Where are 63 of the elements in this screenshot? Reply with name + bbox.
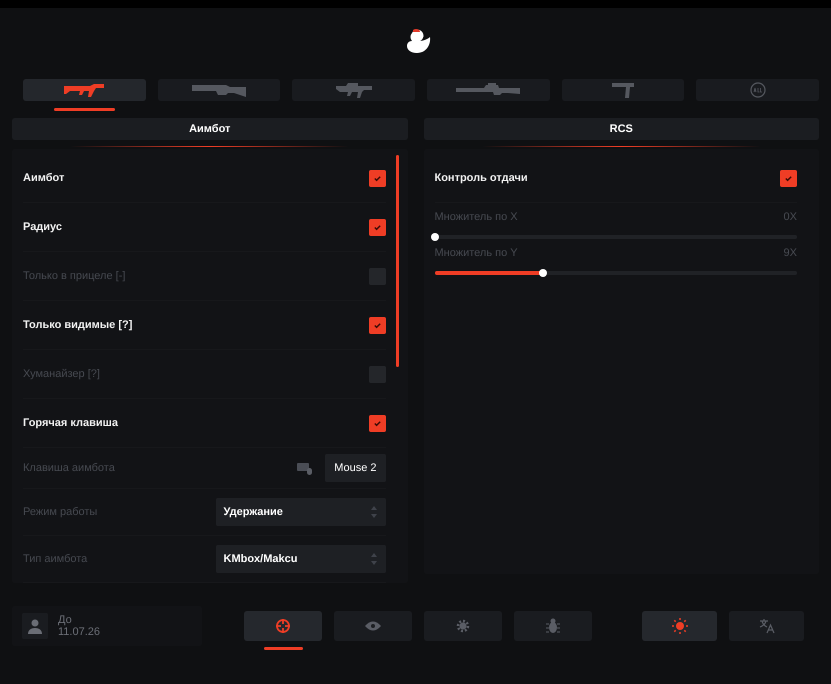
checkmark-icon: [372, 222, 382, 232]
nav-tab[interactable]: [424, 611, 502, 641]
slider-value: 0X: [784, 211, 797, 223]
pistol-icon: [612, 82, 634, 98]
checkmark-icon: [372, 418, 382, 428]
section-header: Аимбот: [12, 118, 408, 140]
nav-tab[interactable]: [334, 611, 412, 641]
crosshair-icon: [275, 618, 291, 634]
setting-label: Аимбот: [23, 172, 64, 184]
slider-thumb[interactable]: [430, 233, 438, 241]
checkmark-icon: [372, 174, 382, 182]
weapon-tab[interactable]: [292, 79, 416, 101]
all-circle-icon: [750, 82, 766, 98]
sniper-rifle-icon: [456, 83, 520, 97]
weapon-tab[interactable]: [427, 79, 550, 101]
shotgun-icon: [192, 83, 246, 97]
eye-icon: [365, 621, 381, 631]
updown-arrows-icon: [370, 552, 378, 566]
rifle-icon: [64, 83, 104, 97]
checkbox[interactable]: [368, 414, 386, 432]
slider-label: Множитель по X: [434, 211, 518, 223]
slider-track[interactable]: [434, 271, 797, 275]
weapon-tab[interactable]: [562, 79, 684, 101]
checkbox[interactable]: [368, 218, 386, 236]
toolbar-button[interactable]: [729, 611, 804, 641]
setting-label: Радиус: [23, 221, 62, 233]
slider-label: Множитель по Y: [434, 247, 518, 259]
checkbox[interactable]: [368, 170, 386, 186]
dropdown-select[interactable]: KMbox/Makcu: [216, 545, 386, 573]
settings-icon: [456, 619, 470, 633]
key-bind-button[interactable]: Mouse 2: [325, 454, 386, 482]
active-tab-indicator: [264, 647, 302, 650]
setting-label: Контроль отдачи: [434, 172, 528, 184]
checkbox[interactable]: [780, 170, 797, 186]
updown-arrows-icon: [370, 505, 378, 519]
setting-label: Горячая клавиша: [23, 417, 118, 429]
setting-label: Только видимые [?]: [23, 319, 132, 331]
section-header: RCS: [424, 118, 819, 140]
translate-icon: [758, 618, 774, 634]
smg-icon: [336, 82, 372, 98]
nav-tab[interactable]: [514, 611, 592, 641]
toolbar-button[interactable]: [642, 611, 717, 641]
setting-label: Хуманайзер [?]: [23, 368, 100, 380]
setting-label: Только в прицеле [-]: [23, 270, 126, 282]
sun-icon: [672, 618, 688, 634]
expiry-label: До: [58, 614, 73, 626]
checkbox[interactable]: [368, 316, 386, 334]
dropdown-select[interactable]: Удержание: [216, 498, 386, 526]
weapon-tab[interactable]: [158, 79, 280, 101]
setting-label: Тип аимбота: [23, 553, 88, 565]
expiry-date: 11.07.26: [58, 626, 100, 638]
keyboard-mouse-icon: [297, 461, 314, 475]
setting-label: Режим работы: [23, 506, 98, 518]
weapon-tab[interactable]: [696, 79, 820, 101]
bug-icon: [546, 618, 560, 634]
setting-label: Клавиша аимбота: [23, 462, 115, 474]
checkmark-icon: [372, 320, 382, 330]
slider-value: 9X: [784, 247, 797, 259]
slider-thumb[interactable]: [539, 269, 548, 277]
scrollbar[interactable]: [396, 155, 398, 367]
active-tab-indicator: [54, 108, 116, 111]
user-avatar-icon: [22, 613, 48, 639]
checkmark-icon: [784, 174, 793, 182]
